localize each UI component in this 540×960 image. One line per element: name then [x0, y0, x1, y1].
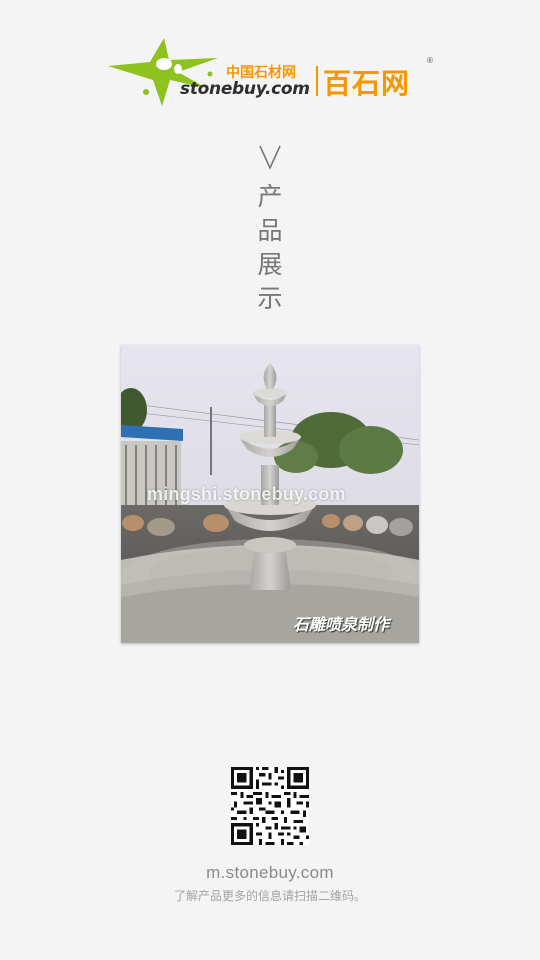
footer-hint: 了解产品更多的信息请扫描二维码。 [173, 889, 366, 903]
logo-domain-text: stonebuy.com [180, 79, 310, 99]
logo-brand-name: 百石网 [323, 67, 411, 100]
photo-caption: 石雕喷泉制作 [293, 615, 390, 634]
photo-watermark: mingshi.stonebuy.com [147, 484, 346, 504]
logo-divider [316, 66, 318, 96]
section-title-char: 品 [257, 216, 283, 245]
page: 中国石材网 stonebuy.com 百石网 ® 产 品 展 示 mingshi… [0, 0, 540, 960]
product-photo[interactable]: mingshi.stonebuy.com 石雕喷泉制作 [121, 345, 419, 643]
brand-logo[interactable]: 中国石材网 stonebuy.com 百石网 ® [106, 36, 436, 110]
registered-mark: ® [427, 56, 433, 65]
section-title: 产 品 展 示 [240, 144, 300, 316]
section-title-char: 示 [257, 284, 283, 313]
section-title-char: 展 [257, 250, 283, 279]
chevron-down-icon [259, 145, 281, 170]
section-title-char: 产 [257, 182, 283, 211]
footer-url[interactable]: m.stonebuy.com [0, 863, 540, 883]
qr-code-icon[interactable] [231, 767, 309, 845]
